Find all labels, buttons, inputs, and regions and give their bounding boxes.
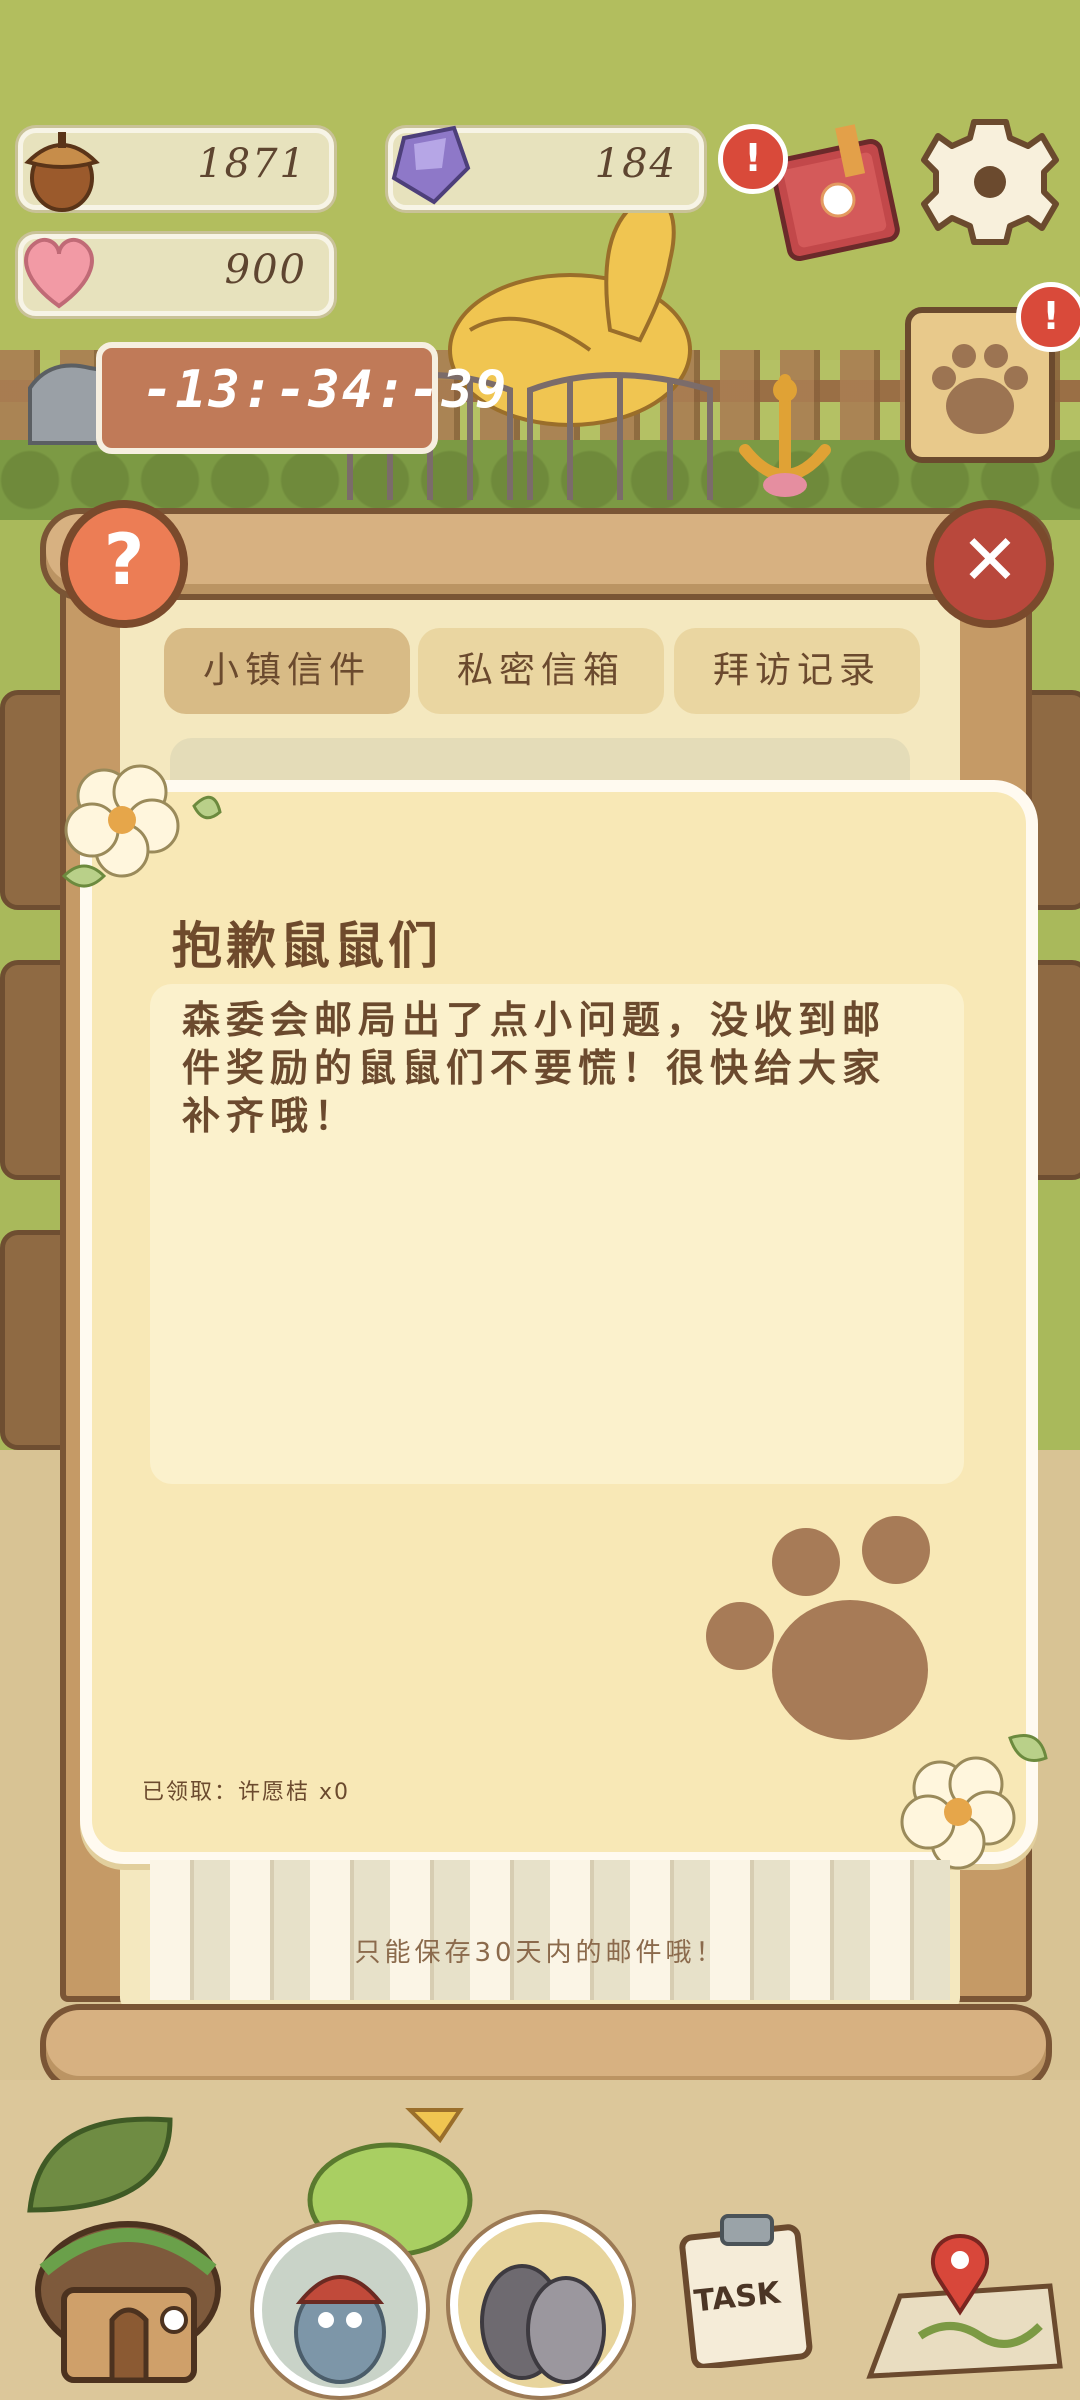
- map-icon[interactable]: [860, 2226, 1070, 2386]
- acorn-count: 1871: [197, 141, 307, 187]
- tab-visit-records[interactable]: 拜访记录: [674, 628, 920, 714]
- heart-count: 900: [224, 247, 307, 293]
- pigeon-avatar: [480, 2264, 606, 2384]
- help-button[interactable]: ?: [60, 500, 188, 628]
- gear-icon[interactable]: [920, 112, 1060, 252]
- claimed-reward-text: 已领取：许愿桔 x0: [142, 1780, 351, 1805]
- book-notification-badge: !: [718, 124, 788, 194]
- close-button[interactable]: ✕: [926, 500, 1054, 628]
- timer-text: -13:-34:-39: [142, 360, 509, 420]
- letter-title: 抱歉鼠鼠们: [172, 917, 442, 975]
- picket-fence-area: [150, 1860, 950, 2000]
- heart-icon: [24, 237, 94, 309]
- bird-pilot-avatar: [294, 2275, 386, 2384]
- acorn-icon: [24, 132, 100, 212]
- anchor-decoration: [739, 374, 831, 497]
- paw-print-decoration: [706, 1516, 930, 1740]
- house-icon[interactable]: [24, 2210, 224, 2390]
- letter-body: 森委会邮局出了点小问题，没收到邮件奖励的鼠鼠们不要慌！很快给大家补齐哦！: [182, 998, 887, 1138]
- tab-town-letters[interactable]: 小镇信件: [164, 628, 410, 714]
- top-wood-beam: [40, 508, 1052, 600]
- bottom-wood-beam: [40, 2004, 1052, 2092]
- avatar-bird-button[interactable]: [254, 2224, 426, 2396]
- gem-icon: [391, 125, 471, 205]
- gem-count: 184: [594, 141, 677, 187]
- tab-private-mailbox[interactable]: 私密信箱: [418, 628, 664, 714]
- flower-decoration: [61, 764, 222, 888]
- pigeon-friends-button[interactable]: [450, 2214, 632, 2396]
- countdown-timer: -13:-34:-39: [96, 342, 506, 454]
- retention-note: 只能保存30天内的邮件哦！: [354, 1938, 726, 1968]
- paw-notification-badge: !: [1016, 282, 1080, 352]
